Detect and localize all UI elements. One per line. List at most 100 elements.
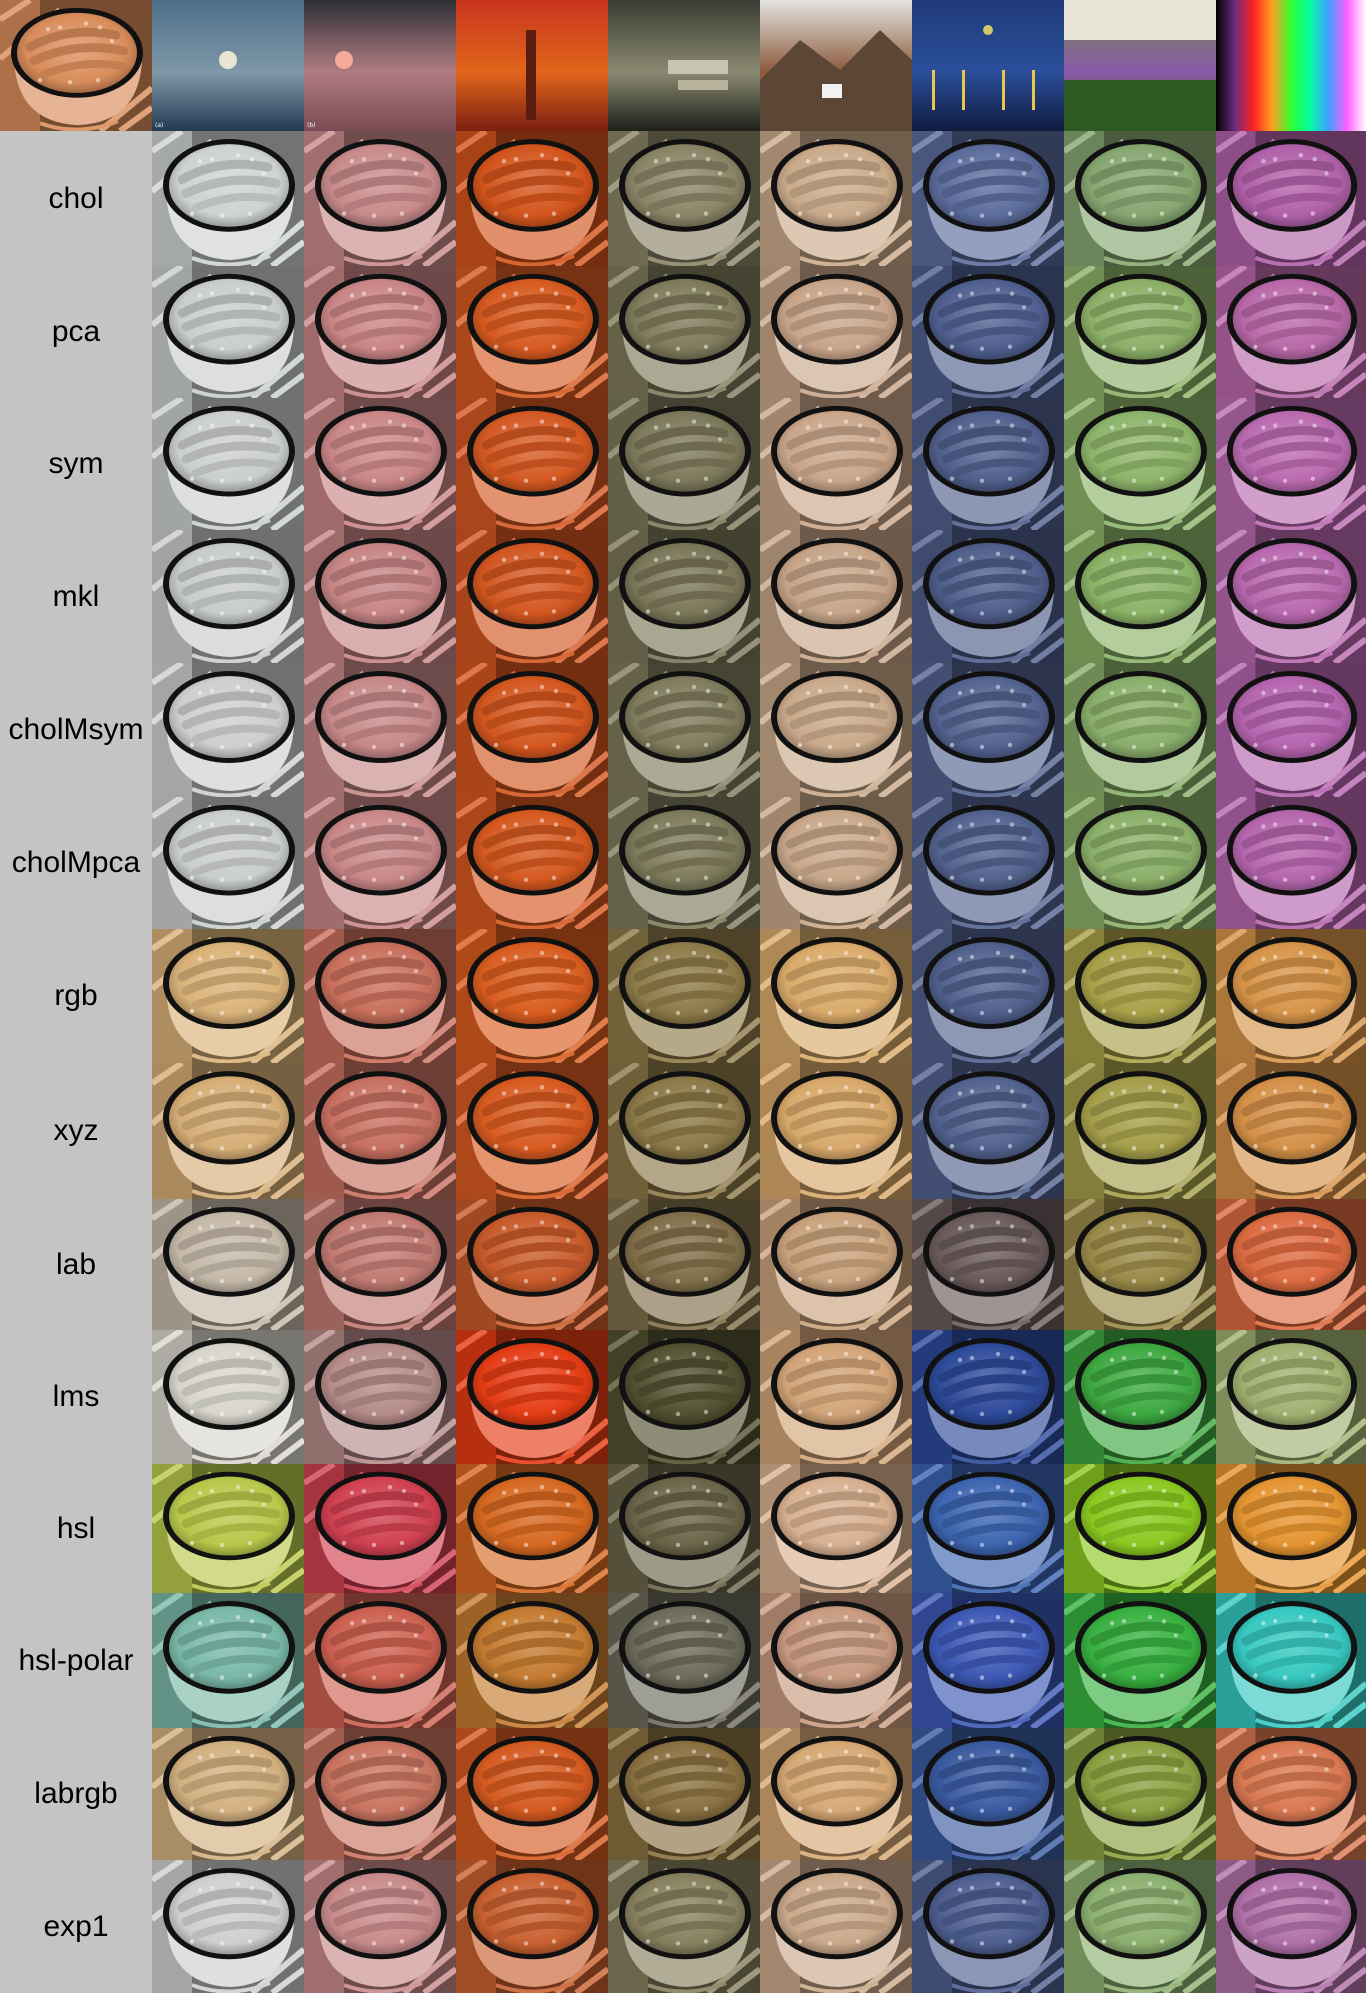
result-image	[1064, 1063, 1216, 1199]
result-pot-icon	[152, 131, 304, 266]
result-pot-icon	[1216, 131, 1366, 266]
result-image	[152, 797, 304, 929]
result-image	[608, 1063, 760, 1199]
result-image	[608, 266, 760, 398]
result-pot-icon	[912, 530, 1064, 663]
result-pot-icon	[456, 398, 608, 530]
result-image	[152, 1728, 304, 1860]
result-pot-icon	[1216, 1464, 1366, 1593]
result-pot-icon	[912, 1860, 1064, 1993]
result-image	[456, 1330, 608, 1464]
method-label: hsl	[0, 1464, 152, 1593]
result-pot-icon	[456, 1464, 608, 1593]
result-image	[1216, 797, 1366, 929]
result-pot-icon	[1064, 1063, 1216, 1199]
result-pot-icon	[1216, 398, 1366, 530]
result-image	[760, 929, 912, 1063]
result-image	[912, 929, 1064, 1063]
svg-text:(a): (a)	[155, 122, 163, 129]
result-image	[1064, 530, 1216, 663]
style-image-cell	[1216, 0, 1366, 131]
result-image	[760, 1593, 912, 1728]
result-pot-icon	[152, 1860, 304, 1993]
result-image	[304, 663, 456, 797]
style-image-cell	[608, 0, 760, 131]
result-pot-icon	[456, 1063, 608, 1199]
result-pot-icon	[608, 1063, 760, 1199]
result-image	[304, 1063, 456, 1199]
result-image	[1064, 1593, 1216, 1728]
result-pot-icon	[760, 1199, 912, 1330]
result-pot-icon	[1064, 266, 1216, 398]
result-image	[1064, 1860, 1216, 1993]
result-image	[760, 530, 912, 663]
result-pot-icon	[912, 131, 1064, 266]
result-image	[912, 1063, 1064, 1199]
result-image	[912, 530, 1064, 663]
result-pot-icon	[760, 266, 912, 398]
result-pot-icon	[152, 1464, 304, 1593]
result-pot-icon	[760, 1593, 912, 1728]
result-image	[1216, 1593, 1366, 1728]
result-image	[456, 1063, 608, 1199]
result-pot-icon	[456, 663, 608, 797]
result-pot-icon	[608, 1464, 760, 1593]
result-image	[912, 1728, 1064, 1860]
result-pot-icon	[1216, 797, 1366, 929]
result-pot-icon	[760, 929, 912, 1063]
result-image	[1216, 1063, 1366, 1199]
result-image	[608, 398, 760, 530]
method-label: rgb	[0, 929, 152, 1063]
result-image	[152, 530, 304, 663]
result-image	[1064, 797, 1216, 929]
result-pot-icon	[1216, 929, 1366, 1063]
result-image	[456, 797, 608, 929]
result-image	[912, 663, 1064, 797]
result-pot-icon	[912, 1199, 1064, 1330]
result-pot-icon	[304, 1199, 456, 1330]
result-pot-icon	[152, 1199, 304, 1330]
result-image	[760, 1063, 912, 1199]
style-image-cell: (a)	[152, 0, 304, 131]
result-pot-icon	[456, 1593, 608, 1728]
result-pot-icon	[304, 266, 456, 398]
result-image	[608, 929, 760, 1063]
result-pot-icon	[304, 1860, 456, 1993]
result-pot-icon	[608, 1728, 760, 1860]
result-image	[608, 1860, 760, 1993]
result-image	[304, 1728, 456, 1860]
result-image	[760, 1860, 912, 1993]
style-image-cell	[1064, 0, 1216, 131]
result-pot-icon	[304, 1728, 456, 1860]
method-label: cholMsym	[0, 663, 152, 797]
method-label: lms	[0, 1330, 152, 1464]
result-image	[1064, 1728, 1216, 1860]
style-image-cell: (b)	[304, 0, 456, 131]
style-transfer-comparison-grid: (a) (b) chol pca sym mkl cholMsym cholMpca rgb xy…	[0, 0, 1366, 1993]
result-pot-icon	[1064, 929, 1216, 1063]
result-pot-icon	[912, 797, 1064, 929]
result-image	[152, 131, 304, 266]
result-pot-icon	[608, 1593, 760, 1728]
result-image	[304, 398, 456, 530]
result-image	[912, 1464, 1064, 1593]
result-image	[152, 663, 304, 797]
result-image	[1064, 663, 1216, 797]
result-pot-icon	[1064, 1464, 1216, 1593]
result-image	[152, 1330, 304, 1464]
result-pot-icon	[304, 131, 456, 266]
result-image	[456, 530, 608, 663]
result-pot-icon	[1216, 266, 1366, 398]
result-pot-icon	[1064, 1593, 1216, 1728]
result-pot-icon	[760, 530, 912, 663]
result-image	[456, 1860, 608, 1993]
result-pot-icon	[1216, 1593, 1366, 1728]
result-pot-icon	[152, 266, 304, 398]
result-image	[608, 131, 760, 266]
result-pot-icon	[608, 266, 760, 398]
result-image	[1064, 929, 1216, 1063]
result-pot-icon	[608, 1330, 760, 1464]
result-pot-icon	[760, 398, 912, 530]
result-pot-icon	[456, 530, 608, 663]
result-image	[304, 1593, 456, 1728]
